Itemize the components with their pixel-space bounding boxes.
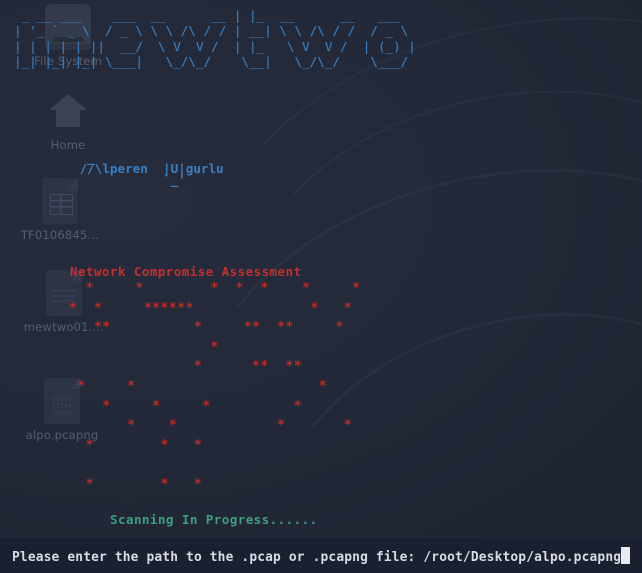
author-byline-ascii: _ //\lperen |U|gurlu `_' (79, 150, 224, 187)
pcap-path-prompt-bar[interactable]: Please enter the path to the .pcap or .p… (0, 538, 642, 573)
terminal-window[interactable]: _ __ ___ ___ __ __ | |_ __ __ ___ | '_ `… (0, 0, 642, 573)
prompt-input-value[interactable]: /root/Desktop/alpo.pcapng (423, 550, 621, 565)
text-cursor (621, 546, 631, 564)
scanning-status-text: Scanning In Progress...... (110, 512, 318, 527)
prompt-label: Please enter the path to the .pcap or .p… (12, 549, 424, 565)
prompt-line[interactable]: Please enter the path to the .pcap or .p… (0, 546, 631, 565)
star-field-ascii-art: * * * * * * * * * ****** * * ** * ** ** … (69, 281, 361, 492)
mewtwo-ascii-banner: _ __ ___ ___ __ __ | |_ __ __ ___ | '_ `… (14, 8, 416, 70)
assessment-title: Network Compromise Assessment (70, 264, 302, 279)
